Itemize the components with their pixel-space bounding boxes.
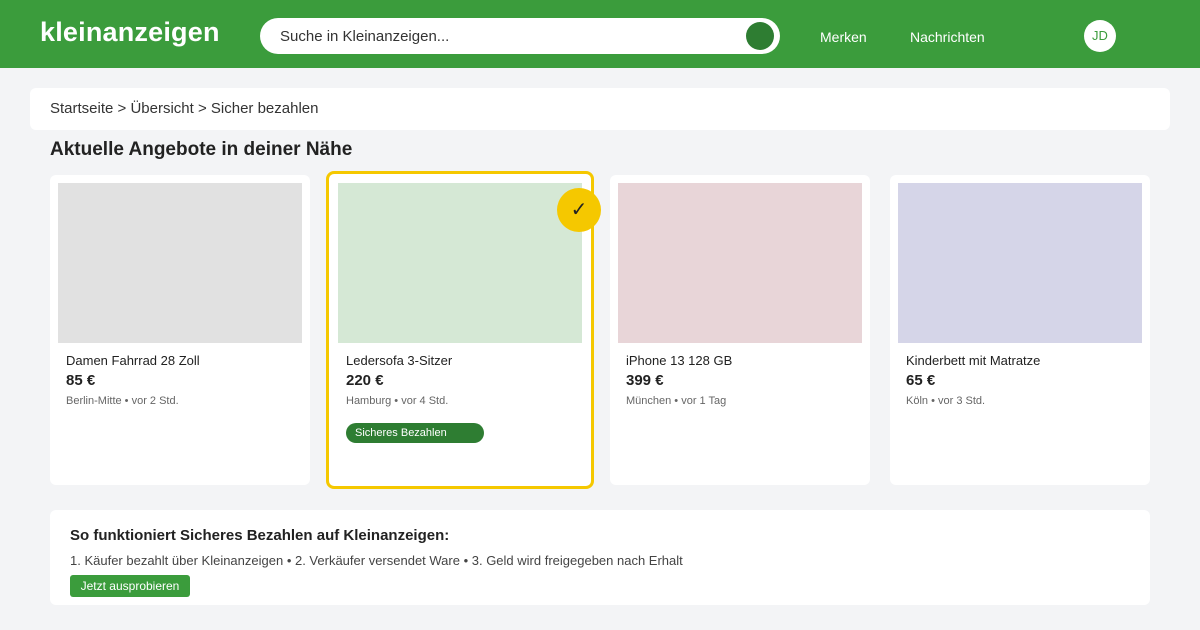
listing-title: iPhone 13 128 GB [626, 353, 733, 368]
section-title: Aktuelle Angebote in deiner Nähe [50, 139, 353, 160]
try-now-button[interactable]: Jetzt ausprobieren [70, 575, 190, 597]
listing-image [898, 183, 1142, 343]
nav-merken-link[interactable]: Merken [820, 29, 867, 45]
listing-image [618, 183, 862, 343]
listing-title: Ledersofa 3-Sitzer [346, 353, 453, 368]
listing-image [338, 183, 582, 343]
kleinanzeigen-logo[interactable]: kleinanzeigen [40, 17, 220, 48]
listing-card[interactable]: Kinderbett mit Matratze 65 € Köln • vor … [890, 175, 1150, 485]
listing-title: Damen Fahrrad 28 Zoll [66, 353, 200, 368]
listing-meta: Köln • vor 3 Std. [906, 395, 986, 407]
listing-price: 65 € [906, 372, 936, 389]
listing-card[interactable]: iPhone 13 128 GB 399 € München • vor 1 T… [610, 175, 870, 485]
breadcrumb: Startseite > Übersicht > Sicher bezahlen [30, 88, 1170, 130]
listing-card[interactable]: Damen Fahrrad 28 Zoll 85 € Berlin-Mitte … [50, 175, 310, 485]
listing-title: Kinderbett mit Matratze [906, 353, 1041, 368]
info-steps: 1. Käufer bezahlt über Kleinanzeigen • 2… [70, 553, 683, 568]
listing-meta: Hamburg • vor 4 Std. [346, 395, 449, 407]
secure-payment-info-panel: So funktioniert Sicheres Bezahlen auf Kl… [50, 510, 1150, 605]
listing-meta: München • vor 1 Tag [626, 395, 727, 407]
user-avatar[interactable]: JD [1084, 20, 1116, 52]
listing-meta: Berlin-Mitte • vor 2 Std. [66, 395, 179, 407]
info-title: So funktioniert Sicheres Bezahlen auf Kl… [70, 527, 450, 544]
listing-image [58, 183, 302, 343]
search-button[interactable] [746, 22, 774, 50]
nav-nachrichten-link[interactable]: Nachrichten [910, 29, 985, 45]
top-navigation-bar: kleinanzeigen Merken Nachrichten JD [0, 0, 1200, 68]
listing-price: 85 € [66, 372, 96, 389]
search-bar [260, 18, 780, 54]
listing-card-selected[interactable]: Ledersofa 3-Sitzer 220 € Hamburg • vor 4… [326, 171, 594, 489]
listing-price: 220 € [346, 372, 384, 389]
search-input[interactable] [280, 18, 740, 54]
selected-check-icon: ✓ [557, 188, 601, 232]
sicheres-bezahlen-badge: Sicheres Bezahlen [346, 423, 484, 443]
listing-price: 399 € [626, 372, 664, 389]
